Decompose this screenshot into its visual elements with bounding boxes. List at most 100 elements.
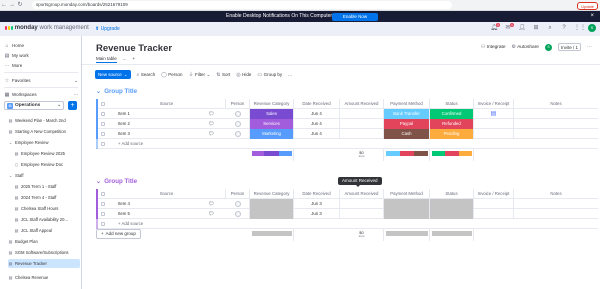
amount-cell[interactable]: [340, 209, 384, 219]
category-label[interactable]: Marketing: [250, 129, 294, 139]
sidebar-board-item[interactable]: ▤ Weekend Plan - March 2nd: [8, 116, 80, 125]
close-icon[interactable]: ×: [590, 13, 594, 19]
column-header[interactable]: Amount Received: [340, 99, 384, 109]
sidebar-item-more[interactable]: ⋯ More: [4, 61, 78, 70]
row-checkbox[interactable]: [101, 222, 105, 226]
sidebar-doc-item[interactable]: ▯ Employee Review Doc: [14, 160, 80, 169]
avatar[interactable]: S: [544, 43, 552, 51]
date-cell[interactable]: Jun 3: [294, 209, 340, 219]
person-cell[interactable]: [226, 119, 250, 129]
add-source-input[interactable]: + Add source: [118, 139, 143, 149]
row-checkbox[interactable]: [101, 132, 105, 136]
sidebar-board-item[interactable]: ▤ Employee Review 2025: [14, 149, 80, 158]
column-header[interactable]: Status: [430, 189, 474, 199]
sidebar-board-item[interactable]: ▤ 2024 Term 4 - Staff: [14, 193, 80, 202]
date-cell[interactable]: Jun 4: [294, 109, 340, 119]
date-cell[interactable]: Jun 3: [294, 199, 340, 209]
file-cell[interactable]: [474, 199, 514, 209]
status-label-empty[interactable]: [430, 209, 474, 219]
tab-more-icon[interactable]: ...: [123, 56, 127, 63]
table-row[interactable]: Item 1 💬︎ Sales Jun 4 Bank Transfer Conf…: [96, 109, 598, 119]
notes-cell[interactable]: [514, 109, 598, 119]
sidebar-board-item[interactable]: ▤ SGM Software/Subscriptions: [8, 248, 80, 257]
bell-icon[interactable]: 🔔︎ 4: [490, 23, 500, 32]
sidebar-board-item[interactable]: ▤ JCL Staff Availability 20...: [14, 215, 80, 224]
add-update-icon[interactable]: 💬︎: [208, 199, 214, 209]
invite-members-icon[interactable]: 👤︎: [518, 24, 526, 32]
monday-logo[interactable]: monday work management: [5, 25, 89, 31]
person-cell[interactable]: [226, 209, 250, 219]
sidebar-board-item[interactable]: ▤ JCL Staff Appeal: [14, 226, 80, 235]
payment-label[interactable]: Cash: [384, 129, 430, 139]
more-dots-icon[interactable]: ⋯: [587, 44, 592, 50]
reload-icon[interactable]: ↻: [16, 1, 24, 9]
item-name[interactable]: Item 5: [118, 209, 130, 219]
amount-cell[interactable]: [340, 199, 384, 209]
column-header[interactable]: Source: [108, 99, 226, 109]
column-header[interactable]: Revenue Category: [250, 189, 294, 199]
person-cell[interactable]: [226, 129, 250, 139]
payment-label-empty[interactable]: [384, 209, 430, 219]
sidebar-board-item[interactable]: ▤ Starting A New Competition: [8, 127, 80, 136]
column-header[interactable]: Invoice / Receipt: [474, 99, 514, 109]
column-header[interactable]: Date Received: [294, 99, 340, 109]
sidebar-board-item-active[interactable]: ▤ Revenue Tracker: [8, 259, 80, 268]
add-item-button[interactable]: +: [68, 101, 77, 110]
apps-icon[interactable]: ⊞: [532, 24, 540, 32]
column-header[interactable]: Payment Method: [384, 99, 430, 109]
status-label-empty[interactable]: [430, 199, 474, 209]
select-all-checkbox[interactable]: [101, 192, 105, 196]
row-checkbox[interactable]: [101, 112, 105, 116]
sidebar-folder[interactable]: ⌄ Staff: [8, 171, 80, 180]
column-header[interactable]: Revenue Category: [250, 99, 294, 109]
column-header[interactable]: Invoice / Receipt: [474, 189, 514, 199]
file-cell[interactable]: [474, 209, 514, 219]
row-checkbox[interactable]: [101, 142, 105, 146]
sidebar-item-my-work[interactable]: ▤ My work: [4, 51, 78, 60]
notes-cell[interactable]: [514, 119, 598, 129]
item-name[interactable]: Item 3: [118, 129, 130, 139]
notes-cell[interactable]: [514, 209, 598, 219]
payment-label[interactable]: Bank Transfer: [384, 109, 430, 119]
sidebar-board-item[interactable]: ▤ 2025 Term 1 - Staff: [14, 182, 80, 191]
person-filter-button[interactable]: ◯ Person: [161, 72, 182, 78]
date-cell[interactable]: Jun 4: [294, 119, 340, 129]
filter-button[interactable]: ⏚ Filter ⌄: [189, 71, 211, 79]
more-options-button[interactable]: ...: [288, 72, 292, 77]
status-label[interactable]: Refunded: [430, 119, 474, 129]
workspace-selector[interactable]: O Operations ⌄: [4, 101, 64, 110]
inbox-icon[interactable]: ✉ 1: [504, 23, 514, 32]
row-checkbox[interactable]: [101, 122, 105, 126]
notes-cell[interactable]: [514, 199, 598, 209]
forward-icon[interactable]: →: [8, 1, 16, 9]
group-by-button[interactable]: ▭ Group by: [257, 72, 282, 78]
hide-button[interactable]: ◎ Hide: [236, 72, 251, 78]
file-cell[interactable]: [474, 129, 514, 139]
table-row[interactable]: Item 5 💬︎ Jun 3: [96, 209, 598, 219]
amount-cell[interactable]: [340, 129, 384, 139]
chevron-down-icon[interactable]: ⌄: [159, 45, 163, 51]
table-row[interactable]: Item 2 💬︎ Services Jun 4 Paypal Refunded: [96, 119, 598, 129]
add-update-icon[interactable]: 💬︎: [208, 119, 214, 129]
tab-main-table[interactable]: Main table: [96, 56, 117, 63]
group-header[interactable]: ⌄ Group Title: [96, 178, 137, 185]
integrate-button[interactable]: ⚇ Integrate: [481, 44, 506, 50]
group-header[interactable]: ⌄ Group Title: [96, 88, 137, 95]
sidebar-item-favorites[interactable]: ☆ Favorites ⌄: [4, 76, 78, 85]
row-checkbox[interactable]: [101, 212, 105, 216]
search-icon[interactable]: ⌕: [546, 24, 554, 32]
add-update-icon[interactable]: 💬︎: [208, 209, 214, 219]
help-icon[interactable]: ?: [560, 24, 568, 32]
add-update-icon[interactable]: 💬︎: [208, 109, 214, 119]
payment-label[interactable]: Paypal: [384, 119, 430, 129]
column-header[interactable]: Source: [108, 189, 226, 199]
person-cell[interactable]: [226, 109, 250, 119]
sidebar-board-item[interactable]: ▤ Budget Plan: [8, 237, 80, 246]
sidebar-folder[interactable]: ⌄ Employee Review: [8, 138, 80, 147]
column-header[interactable]: Person: [226, 99, 250, 109]
amount-cell[interactable]: [340, 109, 384, 119]
add-view-button[interactable]: +: [133, 56, 136, 63]
column-header[interactable]: Date Received: [294, 189, 340, 199]
browser-update-button[interactable]: Update: [577, 1, 598, 10]
table-row[interactable]: Item 4 💬︎ Jun 3: [96, 199, 598, 209]
